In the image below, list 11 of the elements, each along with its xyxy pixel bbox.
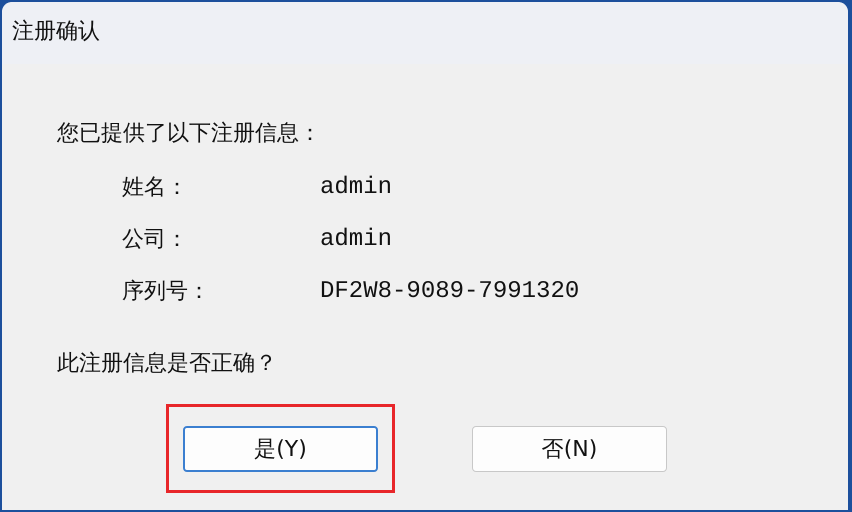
field-label: 姓名：	[122, 174, 189, 202]
field-label: 序列号：	[122, 278, 211, 306]
window-title: 注册确认	[12, 19, 100, 44]
no-button[interactable]: 否(N)	[472, 426, 667, 472]
field-value: DF2W8-9089-7991320	[320, 278, 580, 304]
question-text: 此注册信息是否正确？	[57, 350, 277, 378]
message-text: 您已提供了以下注册信息：	[57, 120, 321, 148]
yes-button[interactable]: 是(Y)	[183, 426, 378, 472]
field-value: admin	[320, 174, 394, 200]
field-value: admin	[320, 226, 394, 252]
field-label: 公司：	[122, 226, 189, 254]
